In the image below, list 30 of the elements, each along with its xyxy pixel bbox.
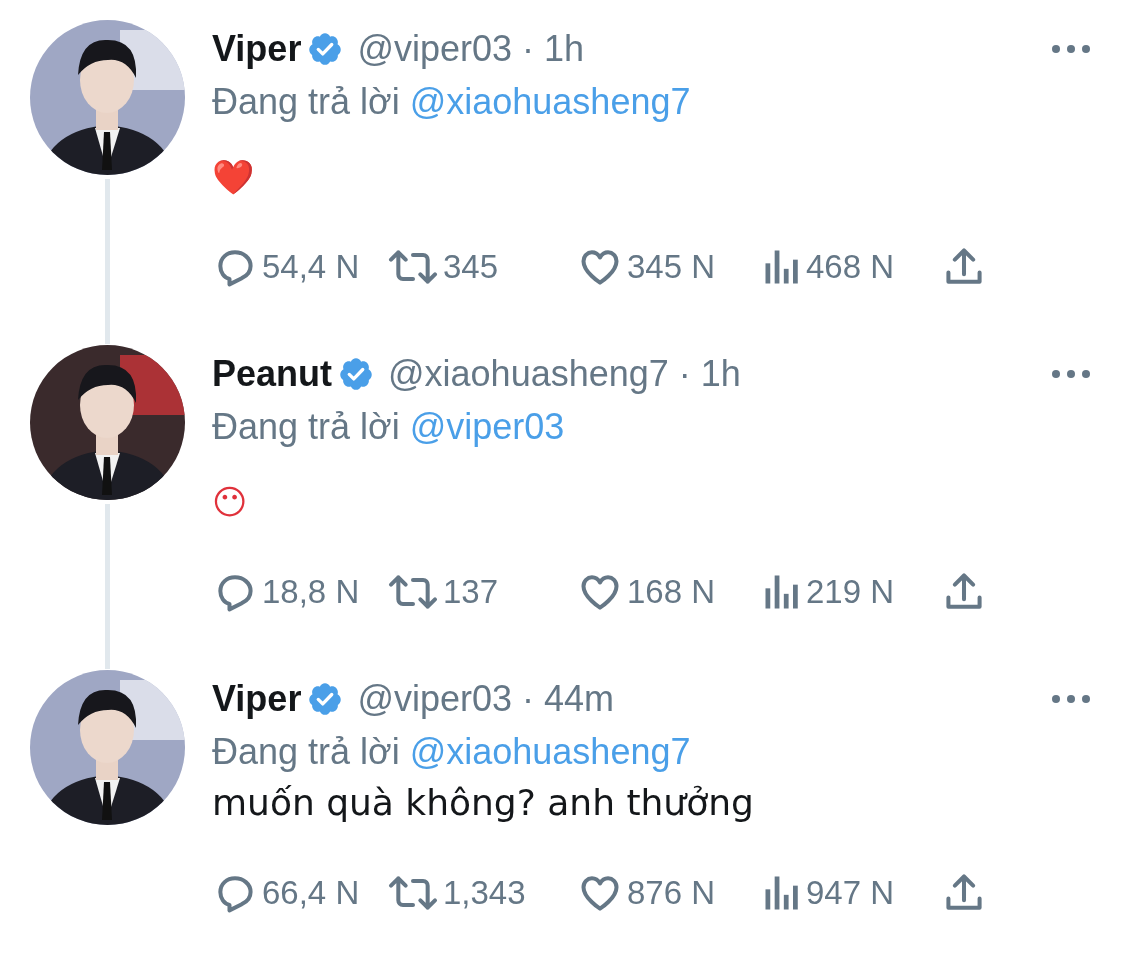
view-count: 219 N	[806, 573, 895, 611]
replying-to-text: Đang trả lời @viper03	[212, 405, 566, 449]
reply-count: 18,8 N	[262, 573, 360, 611]
reply-count: 66,4 N	[262, 874, 360, 912]
replying-to-text: Đang trả lời @xiaohuasheng7	[212, 80, 692, 124]
more-options-icon[interactable]	[1051, 369, 1091, 379]
verified-badge-icon	[307, 681, 344, 717]
author-name[interactable]: Peanut	[212, 353, 333, 395]
retweet-count: 345	[443, 248, 499, 286]
like-count: 345 N	[627, 248, 716, 286]
verified-badge-icon	[307, 31, 344, 67]
replying-to-text: Đang trả lời @xiaohuasheng7	[212, 730, 692, 774]
retweet-count: 137	[443, 573, 499, 611]
handle-and-time: @xiaohuasheng7 · 1h	[388, 353, 741, 395]
retweet-count: 1,343	[443, 874, 526, 912]
verified-badge-icon	[338, 356, 375, 392]
author-name[interactable]: Viper	[212, 28, 302, 70]
view-count: 947 N	[806, 874, 895, 912]
more-options-icon[interactable]	[1051, 694, 1091, 704]
more-options-icon[interactable]	[1051, 44, 1091, 54]
author-name[interactable]: Viper	[212, 678, 302, 720]
like-count: 168 N	[627, 573, 716, 611]
view-count: 468 N	[806, 248, 895, 286]
reply-count: 54,4 N	[262, 248, 360, 286]
emoji: ❤	[212, 156, 254, 199]
like-count: 876 N	[627, 874, 716, 912]
handle-and-time: @viper03 · 44m	[357, 678, 615, 720]
handle-and-time: @viper03 · 1h	[357, 28, 585, 70]
emoji: 😶	[212, 481, 248, 524]
tweet-text: muốn quà không? anh thưởng	[212, 781, 754, 825]
